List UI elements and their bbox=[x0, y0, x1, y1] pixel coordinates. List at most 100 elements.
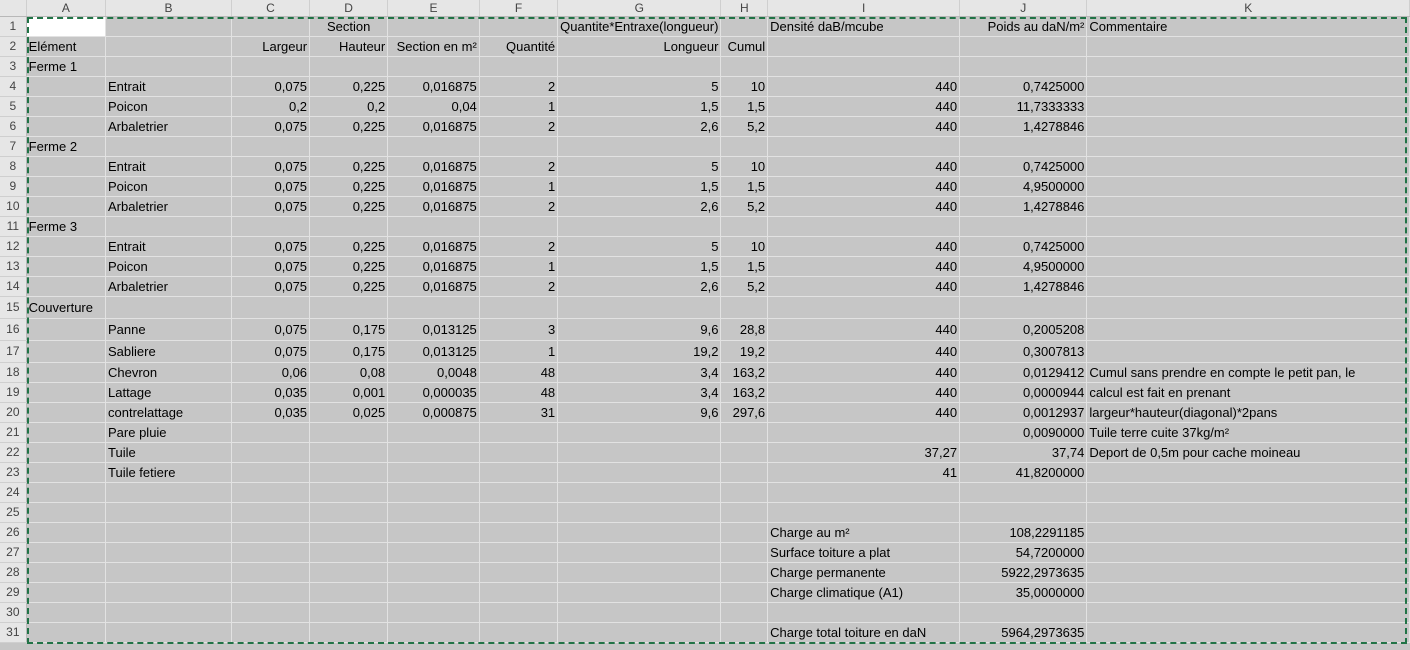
cell-i[interactable]: 440 bbox=[767, 382, 961, 403]
column-header-c[interactable]: C bbox=[231, 0, 311, 17]
cell-f[interactable] bbox=[479, 136, 559, 157]
cell-i[interactable]: 440 bbox=[767, 402, 961, 423]
cell-d[interactable]: 0,2 bbox=[309, 96, 389, 117]
cell-a[interactable] bbox=[26, 542, 107, 563]
cell-g[interactable] bbox=[557, 582, 722, 603]
row-header[interactable]: 15 bbox=[0, 296, 27, 319]
cell-e[interactable] bbox=[387, 562, 480, 583]
cell-b[interactable]: Poicon bbox=[105, 256, 232, 277]
cell-e[interactable] bbox=[387, 522, 480, 543]
cell-f[interactable] bbox=[479, 622, 559, 643]
cell-d[interactable]: Hauteur bbox=[309, 36, 389, 57]
cell-e[interactable]: 0,016875 bbox=[387, 116, 480, 137]
cell-g[interactable] bbox=[557, 522, 722, 543]
cell-k[interactable] bbox=[1086, 176, 1410, 197]
cell-b[interactable]: Entrait bbox=[105, 76, 232, 97]
cell-f[interactable]: 48 bbox=[479, 382, 559, 403]
cell-i[interactable]: Charge permanente bbox=[767, 562, 961, 583]
cell-d[interactable] bbox=[309, 296, 389, 319]
row-header[interactable]: 30 bbox=[0, 602, 27, 623]
cell-c[interactable]: 0,075 bbox=[231, 276, 311, 297]
cell-e[interactable]: 0,013125 bbox=[387, 318, 480, 341]
cell-k[interactable] bbox=[1086, 522, 1410, 543]
cell-i[interactable]: 440 bbox=[767, 96, 961, 117]
cell-d[interactable] bbox=[309, 462, 389, 483]
cell-c[interactable]: 0,075 bbox=[231, 156, 311, 177]
row-header[interactable]: 31 bbox=[0, 622, 27, 643]
cell-e[interactable] bbox=[387, 422, 480, 443]
cell-g[interactable]: 5 bbox=[557, 236, 722, 257]
cell-j[interactable]: 0,0129412 bbox=[959, 362, 1088, 383]
cell-f[interactable]: 3 bbox=[479, 318, 559, 341]
column-header-e[interactable]: E bbox=[387, 0, 480, 17]
cell-i[interactable] bbox=[767, 502, 961, 523]
cell-h[interactable]: 28,8 bbox=[720, 318, 769, 341]
cell-j[interactable]: 0,0012937 bbox=[959, 402, 1088, 423]
row-header[interactable]: 19 bbox=[0, 382, 27, 403]
cell-f[interactable]: 1 bbox=[479, 256, 559, 277]
cell-h[interactable] bbox=[720, 482, 769, 503]
cell-k[interactable] bbox=[1086, 36, 1410, 57]
cell-a[interactable] bbox=[26, 156, 107, 177]
cell-h[interactable] bbox=[720, 602, 769, 623]
cell-b[interactable] bbox=[105, 602, 232, 623]
cell-e[interactable]: 0,016875 bbox=[387, 176, 480, 197]
row-header[interactable]: 28 bbox=[0, 562, 27, 583]
cell-c[interactable]: 0,075 bbox=[231, 236, 311, 257]
cell-d[interactable] bbox=[309, 442, 389, 463]
row-header[interactable]: 26 bbox=[0, 522, 27, 543]
cell-b[interactable]: Arbaletrier bbox=[105, 276, 232, 297]
cell-c[interactable]: 0,075 bbox=[231, 176, 311, 197]
row-header[interactable]: 12 bbox=[0, 236, 27, 257]
cell-a[interactable] bbox=[26, 462, 107, 483]
cell-e[interactable] bbox=[387, 442, 480, 463]
cell-j[interactable]: 35,0000000 bbox=[959, 582, 1088, 603]
cell-i[interactable]: 440 bbox=[767, 156, 961, 177]
cell-a[interactable] bbox=[26, 196, 107, 217]
cell-g[interactable]: 3,4 bbox=[557, 382, 722, 403]
cell-k[interactable] bbox=[1086, 622, 1410, 643]
cell-g[interactable] bbox=[557, 56, 722, 77]
cell-h[interactable]: 10 bbox=[720, 76, 769, 97]
cell-e[interactable]: 0,0048 bbox=[387, 362, 480, 383]
cell-c[interactable]: 0,075 bbox=[231, 116, 311, 137]
cell-a[interactable] bbox=[26, 176, 107, 197]
cell-d[interactable]: 0,225 bbox=[309, 76, 389, 97]
cell-a[interactable] bbox=[26, 422, 107, 443]
cell-f[interactable]: 2 bbox=[479, 196, 559, 217]
cell-g[interactable]: 9,6 bbox=[557, 318, 722, 341]
cell-j[interactable]: 0,7425000 bbox=[959, 76, 1088, 97]
cell-i[interactable]: 37,27 bbox=[767, 442, 961, 463]
cell-h[interactable] bbox=[720, 582, 769, 603]
cell-f[interactable] bbox=[479, 462, 559, 483]
cell-h[interactable] bbox=[720, 522, 769, 543]
cell-a[interactable] bbox=[26, 76, 107, 97]
cell-d[interactable] bbox=[309, 136, 389, 157]
cell-i[interactable] bbox=[767, 296, 961, 319]
cell-e[interactable] bbox=[387, 56, 480, 77]
cell-d[interactable]: 0,225 bbox=[309, 156, 389, 177]
cell-h[interactable]: 10 bbox=[720, 156, 769, 177]
cell-b[interactable]: Entrait bbox=[105, 236, 232, 257]
cell-c[interactable] bbox=[231, 562, 311, 583]
row-header[interactable]: 1 bbox=[0, 16, 27, 37]
cell-f[interactable] bbox=[479, 562, 559, 583]
cell-i[interactable]: 440 bbox=[767, 256, 961, 277]
cell-f[interactable] bbox=[479, 16, 559, 37]
cell-b[interactable]: Poicon bbox=[105, 176, 232, 197]
cell-d[interactable]: 0,225 bbox=[309, 236, 389, 257]
cell-e[interactable] bbox=[387, 296, 480, 319]
cell-j[interactable]: 1,4278846 bbox=[959, 196, 1088, 217]
cell-b[interactable] bbox=[105, 482, 232, 503]
cell-g[interactable] bbox=[557, 562, 722, 583]
cell-e[interactable] bbox=[387, 602, 480, 623]
cell-i[interactable] bbox=[767, 216, 961, 237]
cell-g[interactable]: 9,6 bbox=[557, 402, 722, 423]
cell-h[interactable] bbox=[720, 562, 769, 583]
cell-b[interactable]: Lattage bbox=[105, 382, 232, 403]
cell-c[interactable] bbox=[231, 462, 311, 483]
cell-g[interactable] bbox=[557, 602, 722, 623]
cell-i[interactable] bbox=[767, 482, 961, 503]
cell-h[interactable] bbox=[720, 216, 769, 237]
cell-h[interactable] bbox=[720, 136, 769, 157]
